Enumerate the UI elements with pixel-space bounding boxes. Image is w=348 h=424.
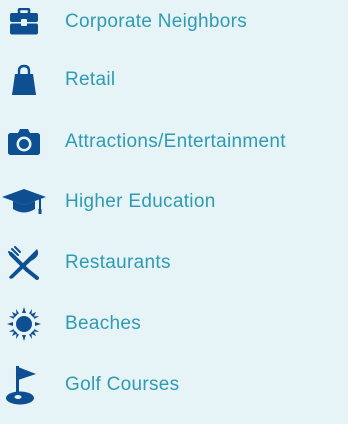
legend-item-label: Restaurants: [65, 252, 171, 273]
legend-item-label: Attractions/Entertainment: [65, 131, 286, 152]
legend-item-label: Higher Education: [65, 191, 216, 212]
camera-icon: [0, 120, 48, 164]
legend-item-beaches: Beaches: [0, 296, 348, 352]
map-legend: Corporate Neighbors Retail Attractions/E…: [0, 0, 348, 424]
graduation-cap-icon: [0, 180, 48, 224]
legend-item-higher-education: Higher Education: [0, 174, 348, 230]
legend-item-corporate-neighbors: Corporate Neighbors: [0, 0, 348, 50]
legend-item-label: Beaches: [65, 313, 142, 334]
shopping-bag-icon: [0, 58, 48, 102]
sun-icon: [0, 302, 48, 346]
legend-item-label: Golf Courses: [65, 374, 180, 395]
legend-item-attractions-entertainment: Attractions/Entertainment: [0, 114, 348, 170]
briefcase-icon: [0, 0, 48, 44]
legend-item-label: Retail: [65, 69, 116, 90]
golf-flag-icon: [0, 363, 48, 407]
fork-knife-icon: [0, 241, 48, 285]
legend-item-retail: Retail: [0, 52, 348, 108]
legend-item-restaurants: Restaurants: [0, 235, 348, 291]
legend-item-golf-courses: Golf Courses: [0, 357, 348, 413]
legend-item-label: Corporate Neighbors: [65, 11, 248, 32]
